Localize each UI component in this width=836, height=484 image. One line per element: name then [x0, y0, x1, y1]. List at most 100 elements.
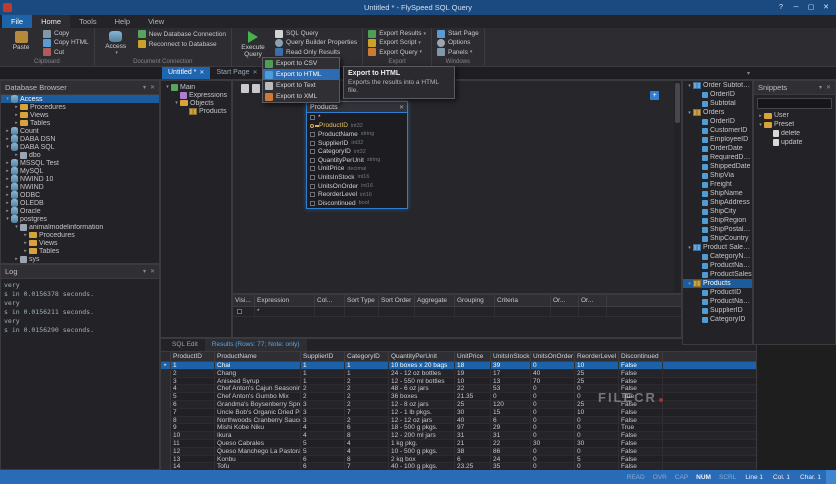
columns-grid-cell[interactable] — [345, 307, 379, 316]
database-item-count[interactable]: ▸ Count — [1, 127, 159, 135]
table-field-supplierid[interactable]: SupplierID int32 — [307, 139, 407, 148]
export-script-button[interactable]: Export Script ▾ — [366, 38, 428, 47]
columns-grid-cell[interactable] — [579, 307, 607, 316]
results-column-header-discontinued[interactable]: Discontinued — [619, 352, 663, 361]
database-item-daba-sql[interactable]: ▾ DABA SQL — [1, 143, 159, 151]
close-icon[interactable]: ✕ — [826, 84, 831, 91]
read-only-results-button[interactable]: Read Only Results — [273, 48, 359, 57]
database-item-nwind[interactable]: ▸ NWIND — [1, 183, 159, 191]
table-field-item[interactable]: * — [307, 113, 407, 122]
new-database-connection-button[interactable]: New Database Connection — [136, 29, 228, 39]
fields-item-shipcountry[interactable]: ShipCountry — [683, 234, 752, 243]
fields-item-productsales[interactable]: ProductSales — [683, 270, 752, 279]
expand-arrow-icon[interactable]: ▸ — [4, 176, 11, 182]
snippet-item-update[interactable]: update — [754, 138, 835, 147]
table-field-categoryid[interactable]: CategoryID int32 — [307, 147, 407, 156]
expand-arrow-icon[interactable]: ▾ — [686, 110, 693, 116]
execute-query-button[interactable]: Execute Query — [235, 29, 271, 58]
table-field-quantityperunit[interactable]: QuantityPerUnit string — [307, 156, 407, 165]
expand-arrow-icon[interactable]: ▾ — [757, 122, 764, 128]
fields-item-shippeddate[interactable]: ShippedDate — [683, 162, 752, 171]
results-column-header-supplierid[interactable]: SupplierID — [301, 352, 345, 361]
close-icon[interactable]: ✕ — [150, 84, 155, 91]
results-column-header-unitsinstock[interactable]: UnitsInStock — [491, 352, 531, 361]
database-item-oracle[interactable]: ▸ Oracle — [1, 207, 159, 215]
expand-arrow-icon[interactable]: ▸ — [13, 256, 20, 262]
panels-button[interactable]: Panels ▾ — [435, 48, 481, 57]
fields-item-shipaddress[interactable]: ShipAddress — [683, 198, 752, 207]
field-checkbox[interactable] — [310, 131, 315, 137]
expand-arrow-icon[interactable]: ▾ — [164, 84, 171, 90]
visible-checkbox[interactable] — [237, 309, 242, 314]
table-row[interactable]: 7Uncle Bob's Organic Dried Pears3712 - 1… — [161, 408, 756, 417]
fields-item-orders[interactable]: ▾ Orders — [683, 108, 752, 117]
canvas-scrollbar[interactable] — [674, 81, 681, 293]
database-item-animalmodelinformation[interactable]: ▾ animalmodelinformation — [1, 223, 159, 231]
document-tab-untitled[interactable]: Untitled * ✕ — [162, 66, 211, 79]
fields-item-shipregion[interactable]: ShipRegion — [683, 216, 752, 225]
fields-item-freight[interactable]: Freight — [683, 180, 752, 189]
table-row[interactable]: 8 Northwoods Cranberry Sauce 3 2 12 - 12 oz … — [161, 416, 756, 425]
document-tab-start-page[interactable]: Start Page ✕ — [210, 66, 263, 79]
reconnect-to-database-button[interactable]: Reconnect to Database — [136, 39, 228, 49]
resize-grip[interactable] — [826, 470, 836, 484]
database-item-tables[interactable]: ▸ Tables — [1, 119, 159, 127]
fields-item-product-sales-f[interactable]: ▾ Product Sales f... — [683, 243, 752, 252]
ribbon-tab-tools[interactable]: Tools — [70, 15, 106, 28]
table-field-unitsinstock[interactable]: UnitsInStock int16 — [307, 173, 407, 182]
results-column-header-productname[interactable]: ProductName — [215, 352, 301, 361]
snippet-item-delete[interactable]: delete — [754, 129, 835, 138]
expand-arrow-icon[interactable]: ▾ — [13, 224, 20, 230]
columns-grid-cell[interactable] — [379, 307, 415, 316]
expand-arrow-icon[interactable]: ▾ — [4, 96, 11, 102]
fields-item-shipcity[interactable]: ShipCity — [683, 207, 752, 216]
database-item-nwind-10[interactable]: ▸ NWIND 10 — [1, 175, 159, 183]
query-page-icon[interactable] — [252, 84, 260, 93]
fields-item-orderid[interactable]: OrderID — [683, 90, 752, 99]
database-item-postgres[interactable]: ▾ postgres — [1, 215, 159, 223]
field-checkbox[interactable] — [310, 166, 315, 172]
expand-arrow-icon[interactable]: ▸ — [4, 168, 11, 174]
table-field-productname[interactable]: ProductName string — [307, 130, 407, 139]
close-icon[interactable]: ✕ — [150, 268, 155, 275]
columns-grid-cell[interactable]: * — [255, 307, 315, 316]
fields-item-categoryid[interactable]: CategoryID — [683, 315, 752, 324]
table-row[interactable]: ▸ 1 Chai 1 1 10 boxes x 20 bags 18 39 0 10 False — [161, 362, 756, 370]
columns-grid-row[interactable]: * — [233, 307, 681, 317]
pin-icon[interactable]: ▾ — [143, 268, 146, 275]
table-window-header[interactable]: Products ✕ — [307, 102, 407, 113]
fields-item-shippostalc[interactable]: ShipPostalC... — [683, 225, 752, 234]
results-column-header-productid[interactable]: ProductID — [171, 352, 215, 361]
add-query-page-icon[interactable] — [241, 84, 249, 93]
products-table-window[interactable]: Products ✕ * ProductID int32 ProductName str… — [306, 101, 408, 209]
database-item-tables[interactable]: ▸ Tables — [1, 247, 159, 255]
results-column-header-quantityperunit[interactable]: QuantityPerUnit — [389, 352, 455, 361]
ribbon-tab-view[interactable]: View — [139, 15, 173, 28]
expand-arrow-icon[interactable]: ▸ — [13, 152, 20, 158]
table-row[interactable]: 3 Aniseed Syrup 1 2 12 - 550 ml bottles 10 13 7… — [161, 377, 756, 386]
table-row[interactable]: 6 Grandma's Boysenberry Spread 3 2 12 - 8 oz… — [161, 400, 756, 409]
options-button[interactable]: Options — [435, 38, 481, 47]
menu-item-export-to-xml[interactable]: Export to XML — [263, 91, 339, 102]
expand-arrow-icon[interactable]: ▾ — [686, 245, 693, 251]
expand-arrow-icon[interactable]: ▸ — [22, 240, 29, 246]
expand-arrow-icon[interactable]: ▸ — [4, 192, 11, 198]
table-row[interactable]: 4 Chef Anton's Cajun Seasoning 2 2 48 - 6 oz… — [161, 385, 756, 394]
maximize-icon[interactable]: ▢ — [804, 2, 818, 13]
database-item-oledb[interactable]: ▸ OLEDB — [1, 199, 159, 207]
visible-checkbox-cell[interactable] — [233, 307, 255, 316]
fields-item-orderdate[interactable]: OrderDate — [683, 144, 752, 153]
sql-query-button[interactable]: SQL Query — [273, 29, 359, 38]
close-icon[interactable]: ✕ — [819, 2, 833, 13]
ribbon-tab-help[interactable]: Help — [106, 15, 139, 28]
query-builder-canvas[interactable]: + Products ✕ * ProductID int32 ProductName s… — [232, 80, 682, 294]
fields-item-order-subtotals[interactable]: ▾ Order Subtotals — [683, 81, 752, 90]
pin-icon[interactable]: ▾ — [819, 84, 822, 91]
snippet-item-user[interactable]: ▸ User — [754, 111, 835, 120]
results-tab-sql-edit[interactable]: SQL Edit — [165, 339, 205, 351]
columns-grid-cell[interactable] — [551, 307, 579, 316]
database-item-procedures[interactable]: ▸ Procedures — [1, 231, 159, 239]
expand-arrow-icon[interactable]: ▸ — [4, 136, 11, 142]
fields-item-productname[interactable]: ProductName — [683, 261, 752, 270]
close-tab-icon[interactable]: ✕ — [199, 69, 204, 76]
